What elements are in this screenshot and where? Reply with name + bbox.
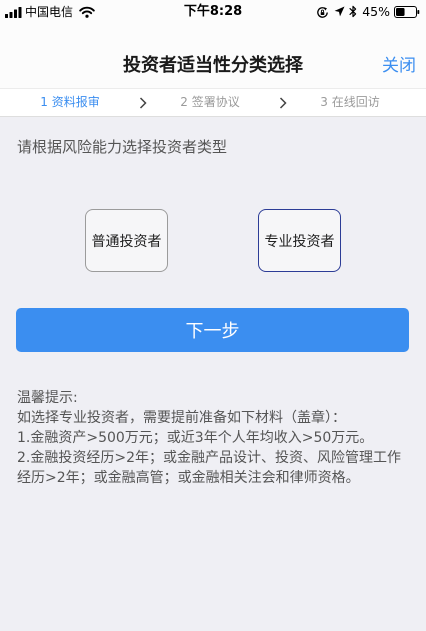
step-1: 1 资料报审: [40, 95, 100, 109]
page-title: 投资者适当性分类选择: [123, 55, 303, 76]
tips-line: 如选择专业投资者，需要提前准备如下材料（盖章）：: [17, 410, 346, 426]
option-ordinary-investor[interactable]: 普通投资者: [85, 209, 168, 272]
tips-heading: 温馨提示:: [17, 390, 78, 406]
status-bar: 中国电信 下午8:28 45%: [0, 0, 426, 24]
nav-bar: 投资者适当性分类选择 关闭: [0, 44, 426, 88]
rotation-lock-icon: [316, 6, 329, 19]
option-professional-investor[interactable]: 专业投资者: [258, 209, 341, 272]
step-3: 3 在线回访: [320, 95, 380, 109]
tips-section: 温馨提示: 如选择专业投资者，需要提前准备如下材料（盖章）： 1.金融资产>50…: [17, 388, 409, 488]
battery-percent: 45%: [362, 4, 390, 19]
selection-prompt: 请根据风险能力选择投资者类型: [17, 138, 228, 156]
bluetooth-icon: [349, 5, 357, 18]
app-screen: 中国电信 下午8:28 45% 投资者适当性分类选择 关闭 1 资料报审 2 签…: [0, 0, 426, 631]
header: 中国电信 下午8:28 45% 投资者适当性分类选择 关闭: [0, 0, 426, 88]
step-2: 2 签署协议: [180, 95, 240, 109]
tips-line: 1.金融资产>500万元；或近3年个人年均收入>50万元。: [17, 430, 374, 446]
close-button[interactable]: 关闭: [382, 44, 416, 88]
battery-icon: [394, 6, 420, 18]
step-indicator: 1 资料报审 2 签署协议 3 在线回访: [0, 88, 426, 117]
location-icon: [334, 6, 345, 17]
tips-line: 2.金融投资经历>2年；或金融产品设计、投资、风险管理工作经历>2年；或金融高管…: [17, 450, 401, 486]
next-step-button[interactable]: 下一步: [16, 308, 409, 352]
